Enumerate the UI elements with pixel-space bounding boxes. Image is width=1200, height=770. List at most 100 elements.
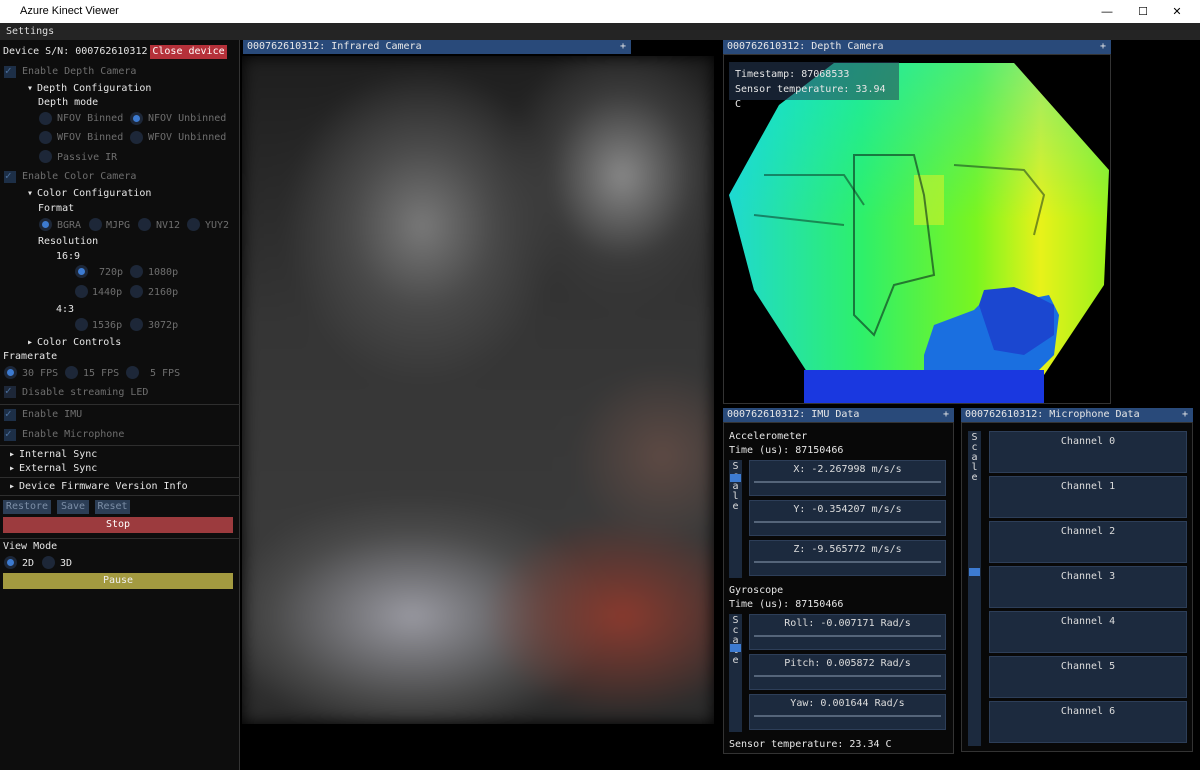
radio-1536p[interactable] xyxy=(75,318,88,331)
disable-led-checkbox[interactable] xyxy=(4,384,16,398)
save-button[interactable]: Save xyxy=(57,500,89,514)
depth-pane-header[interactable]: 000762610312: Depth Camera + xyxy=(723,40,1111,54)
view-2d-label: 2D xyxy=(22,558,35,569)
radio-nv12[interactable] xyxy=(138,218,151,231)
color-controls-label: Color Controls xyxy=(37,337,122,348)
color-config-header[interactable]: ▾ Color Configuration xyxy=(27,188,151,199)
nv12-label: NV12 xyxy=(156,220,181,231)
menu-settings[interactable]: Settings xyxy=(6,26,54,37)
radio-wfov-unbinned[interactable] xyxy=(130,131,143,144)
depth-config-header[interactable]: ▾ Depth Configuration xyxy=(27,83,151,94)
channel-label: Channel 6 xyxy=(1060,706,1116,717)
scale-handle[interactable] xyxy=(730,644,741,652)
expand-triangle-icon: ▸ xyxy=(27,337,34,348)
format-label: Format xyxy=(38,203,75,214)
view-mode-label: View Mode xyxy=(3,541,58,552)
radio-nfov-unbinned[interactable] xyxy=(130,112,143,125)
depth-region xyxy=(914,175,944,225)
expand-icon[interactable]: + xyxy=(1100,40,1106,54)
res-1080p-label: 1080p xyxy=(148,267,179,278)
divider xyxy=(0,495,240,496)
ir-pane-header[interactable]: 000762610312: Infrared Camera + xyxy=(243,40,631,54)
passive-ir-label: Passive IR xyxy=(57,152,118,163)
color-controls-header[interactable]: ▸ Color Controls xyxy=(27,337,121,348)
radio-720p[interactable] xyxy=(75,265,88,278)
depth-floor xyxy=(804,370,1044,403)
radio-2160p[interactable] xyxy=(130,285,143,298)
imu-pane-header[interactable]: 000762610312: IMU Data + xyxy=(723,408,954,422)
close-window-button[interactable]: ✕ xyxy=(1154,0,1200,23)
restore-button[interactable]: Restore xyxy=(3,500,51,514)
gyro-scale-slider[interactable]: S c a l e xyxy=(729,614,742,732)
wfov-unbinned-label: WFOV Unbinned xyxy=(148,132,227,143)
mic-channel-5: Channel 5 xyxy=(989,656,1187,698)
res-720p-label: 720p xyxy=(99,267,124,278)
radio-15fps[interactable] xyxy=(65,366,78,379)
radio-mjpg[interactable] xyxy=(89,218,102,231)
imu-sensor-temperature: Sensor temperature: 23.34 C xyxy=(729,739,892,750)
radio-30fps[interactable] xyxy=(4,366,17,379)
divider xyxy=(0,445,240,446)
accel-scale-slider[interactable]: S c a l e xyxy=(729,460,742,578)
radio-bgra[interactable] xyxy=(39,218,52,231)
collapse-triangle-icon: ▾ xyxy=(27,83,34,94)
scale-handle[interactable] xyxy=(730,474,741,482)
nfov-unbinned-label: NFOV Unbinned xyxy=(148,113,227,124)
radio-wfov-binned[interactable] xyxy=(39,131,52,144)
scale-letter: e xyxy=(971,472,978,483)
radio-passive-ir[interactable] xyxy=(39,150,52,163)
radio-3072p[interactable] xyxy=(130,318,143,331)
enable-imu-checkbox[interactable] xyxy=(4,407,16,421)
expand-triangle-icon: ▸ xyxy=(9,481,16,492)
depth-info-overlay: Timestamp: 87068533 Sensor temperature: … xyxy=(729,62,899,110)
imu-pane: Accelerometer Time (us): 87150466 S c a … xyxy=(723,422,954,754)
enable-mic-checkbox[interactable] xyxy=(4,427,16,441)
mic-channel-2: Channel 2 xyxy=(989,521,1187,563)
mic-scale-slider[interactable]: S c a l e xyxy=(968,431,981,746)
res-1440p-label: 1440p xyxy=(92,287,123,298)
radio-1080p[interactable] xyxy=(130,265,143,278)
external-sync-header[interactable]: ▸ External Sync xyxy=(9,463,97,474)
radio-5fps[interactable] xyxy=(126,366,139,379)
depth-timestamp: Timestamp: 87068533 xyxy=(735,69,850,80)
radio-1440p[interactable] xyxy=(75,285,88,298)
radio-3d[interactable] xyxy=(42,556,55,569)
radio-2d[interactable] xyxy=(4,556,17,569)
enable-depth-checkbox[interactable] xyxy=(4,64,16,78)
mic-pane-header[interactable]: 000762610312: Microphone Data + xyxy=(961,408,1193,422)
settings-panel: Device S/N: 000762610312 Close device En… xyxy=(0,40,240,770)
enable-color-checkbox[interactable] xyxy=(4,169,16,183)
stop-button[interactable]: Stop xyxy=(3,517,233,533)
internal-sync-header[interactable]: ▸ Internal Sync xyxy=(9,449,97,460)
mic-channel-1: Channel 1 xyxy=(989,476,1187,518)
radio-nfov-binned[interactable] xyxy=(39,112,52,125)
pause-button[interactable]: Pause xyxy=(3,573,233,589)
enable-imu-label: Enable IMU xyxy=(22,409,83,420)
fps-30-label: 30 FPS xyxy=(22,368,59,379)
ir-pane-title: 000762610312: Infrared Camera xyxy=(247,41,422,52)
window-titlebar: Azure Kinect Viewer — ☐ ✕ xyxy=(0,0,1200,23)
scale-letter: e xyxy=(732,655,739,666)
divider xyxy=(0,538,240,539)
collapse-triangle-icon: ▾ xyxy=(27,188,34,199)
expand-triangle-icon: ▸ xyxy=(9,463,16,474)
reset-button[interactable]: Reset xyxy=(95,500,130,514)
bgra-label: BGRA xyxy=(57,220,82,231)
firmware-info-header[interactable]: ▸ Device Firmware Version Info xyxy=(9,481,188,492)
gyro-roll-value: Roll: -0.007171 Rad/s xyxy=(784,618,911,629)
scale-handle[interactable] xyxy=(969,568,980,576)
firmware-info-label: Device Firmware Version Info xyxy=(19,481,188,492)
ir-camera-image xyxy=(242,56,714,724)
divider xyxy=(0,404,240,405)
ratio-16-9-label: 16:9 xyxy=(56,251,81,262)
expand-icon[interactable]: + xyxy=(943,408,949,422)
mjpg-label: MJPG xyxy=(106,220,131,231)
expand-icon[interactable]: + xyxy=(1182,408,1188,422)
channel-label: Channel 5 xyxy=(1060,661,1116,672)
radio-yuy2[interactable] xyxy=(187,218,200,231)
close-device-button[interactable]: Close device xyxy=(150,45,227,59)
depth-sensor-temperature: Sensor temperature: 33.94 C xyxy=(735,84,886,110)
mic-channel-0: Channel 0 xyxy=(989,431,1187,473)
accel-y-value: Y: -0.354207 m/s/s xyxy=(793,504,902,515)
expand-icon[interactable]: + xyxy=(620,40,626,54)
